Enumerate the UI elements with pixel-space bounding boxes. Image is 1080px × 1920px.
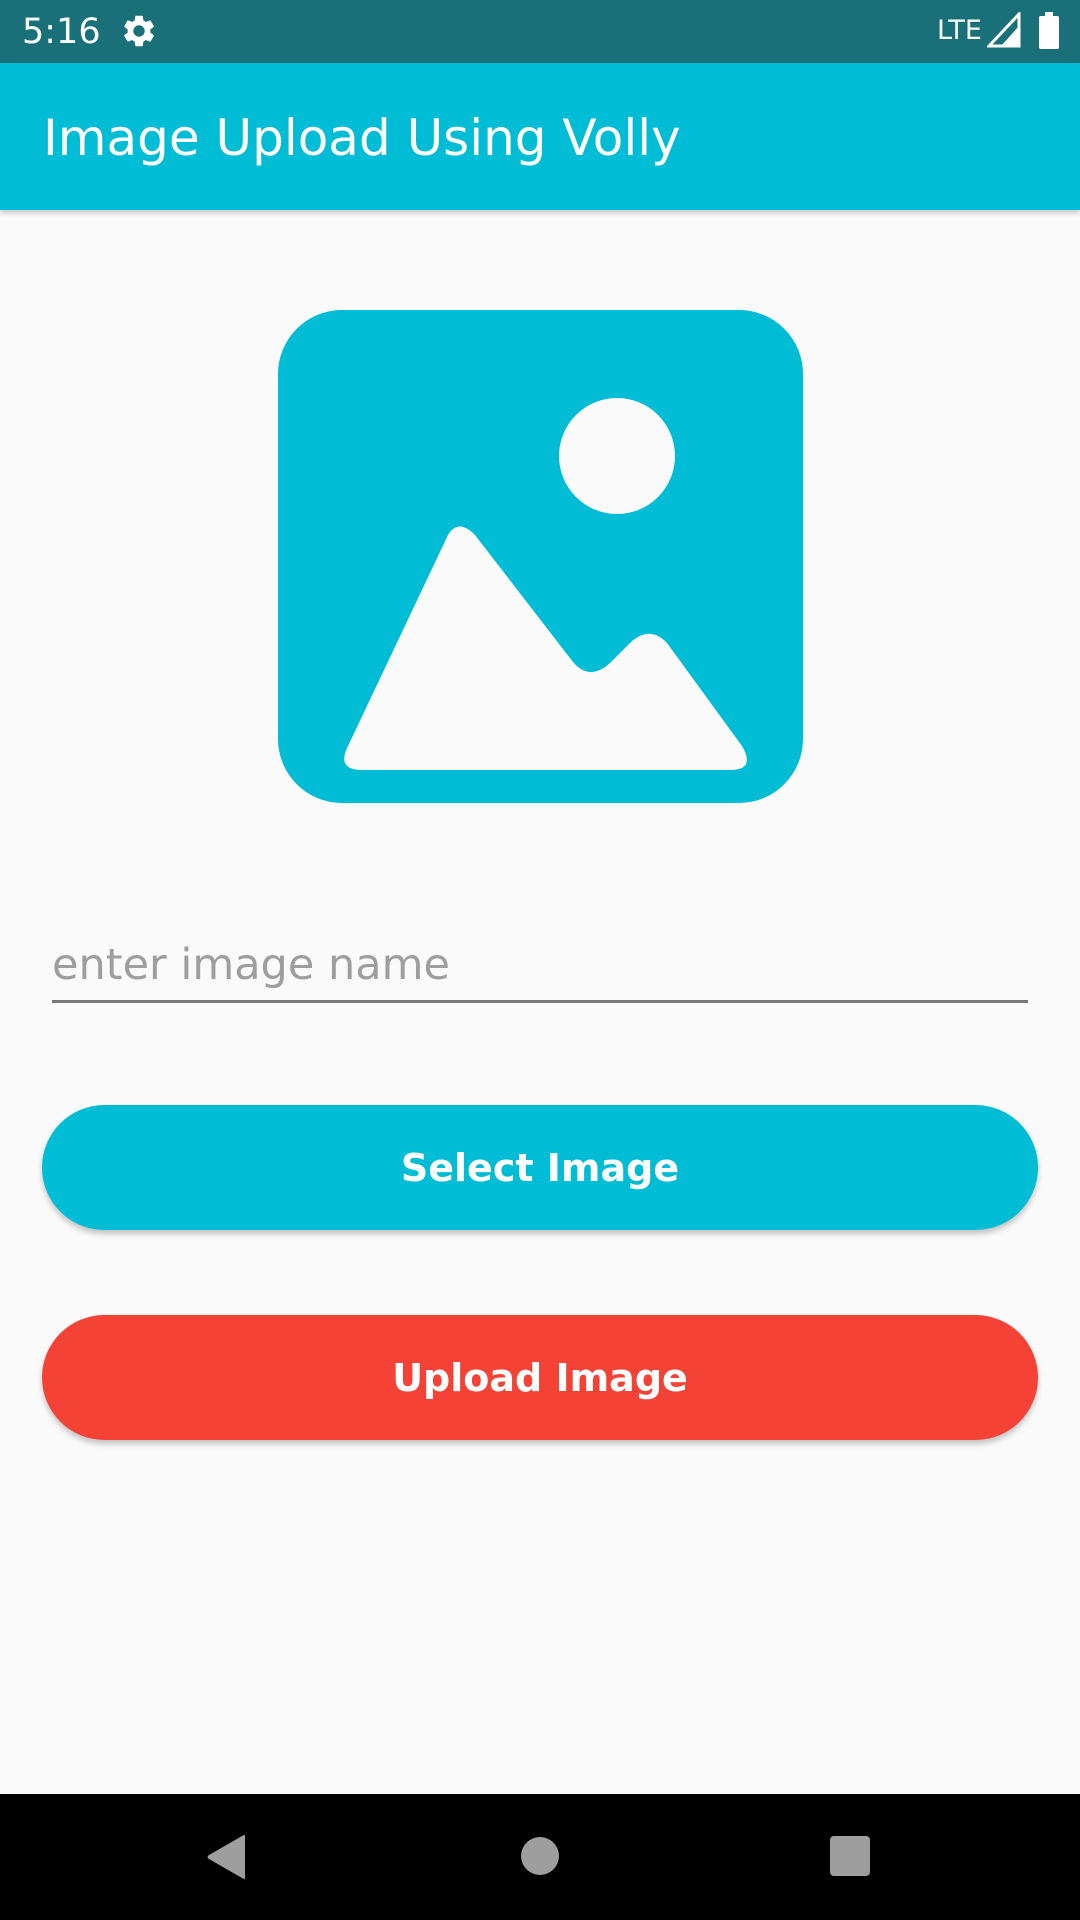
recents-icon[interactable]	[830, 1836, 870, 1876]
network-type: LTE	[937, 15, 982, 46]
status-bar: 5:16 LTE	[0, 0, 1080, 63]
select-image-button[interactable]: Select Image	[42, 1105, 1038, 1230]
signal-icon	[987, 12, 1021, 48]
gear-icon	[124, 15, 154, 47]
image-icon[interactable]	[278, 310, 803, 803]
status-time: 5:16	[22, 12, 101, 52]
battery-icon	[1039, 12, 1059, 49]
app-title: Image Upload Using Volly	[43, 109, 681, 167]
app-bar: Image Upload Using Volly	[0, 63, 1080, 210]
upload-image-button[interactable]: Upload Image	[42, 1315, 1038, 1440]
home-icon[interactable]	[519, 1835, 561, 1877]
image-name-input[interactable]	[52, 930, 1028, 1003]
back-icon[interactable]	[205, 1834, 247, 1880]
navigation-bar	[0, 1794, 1080, 1920]
